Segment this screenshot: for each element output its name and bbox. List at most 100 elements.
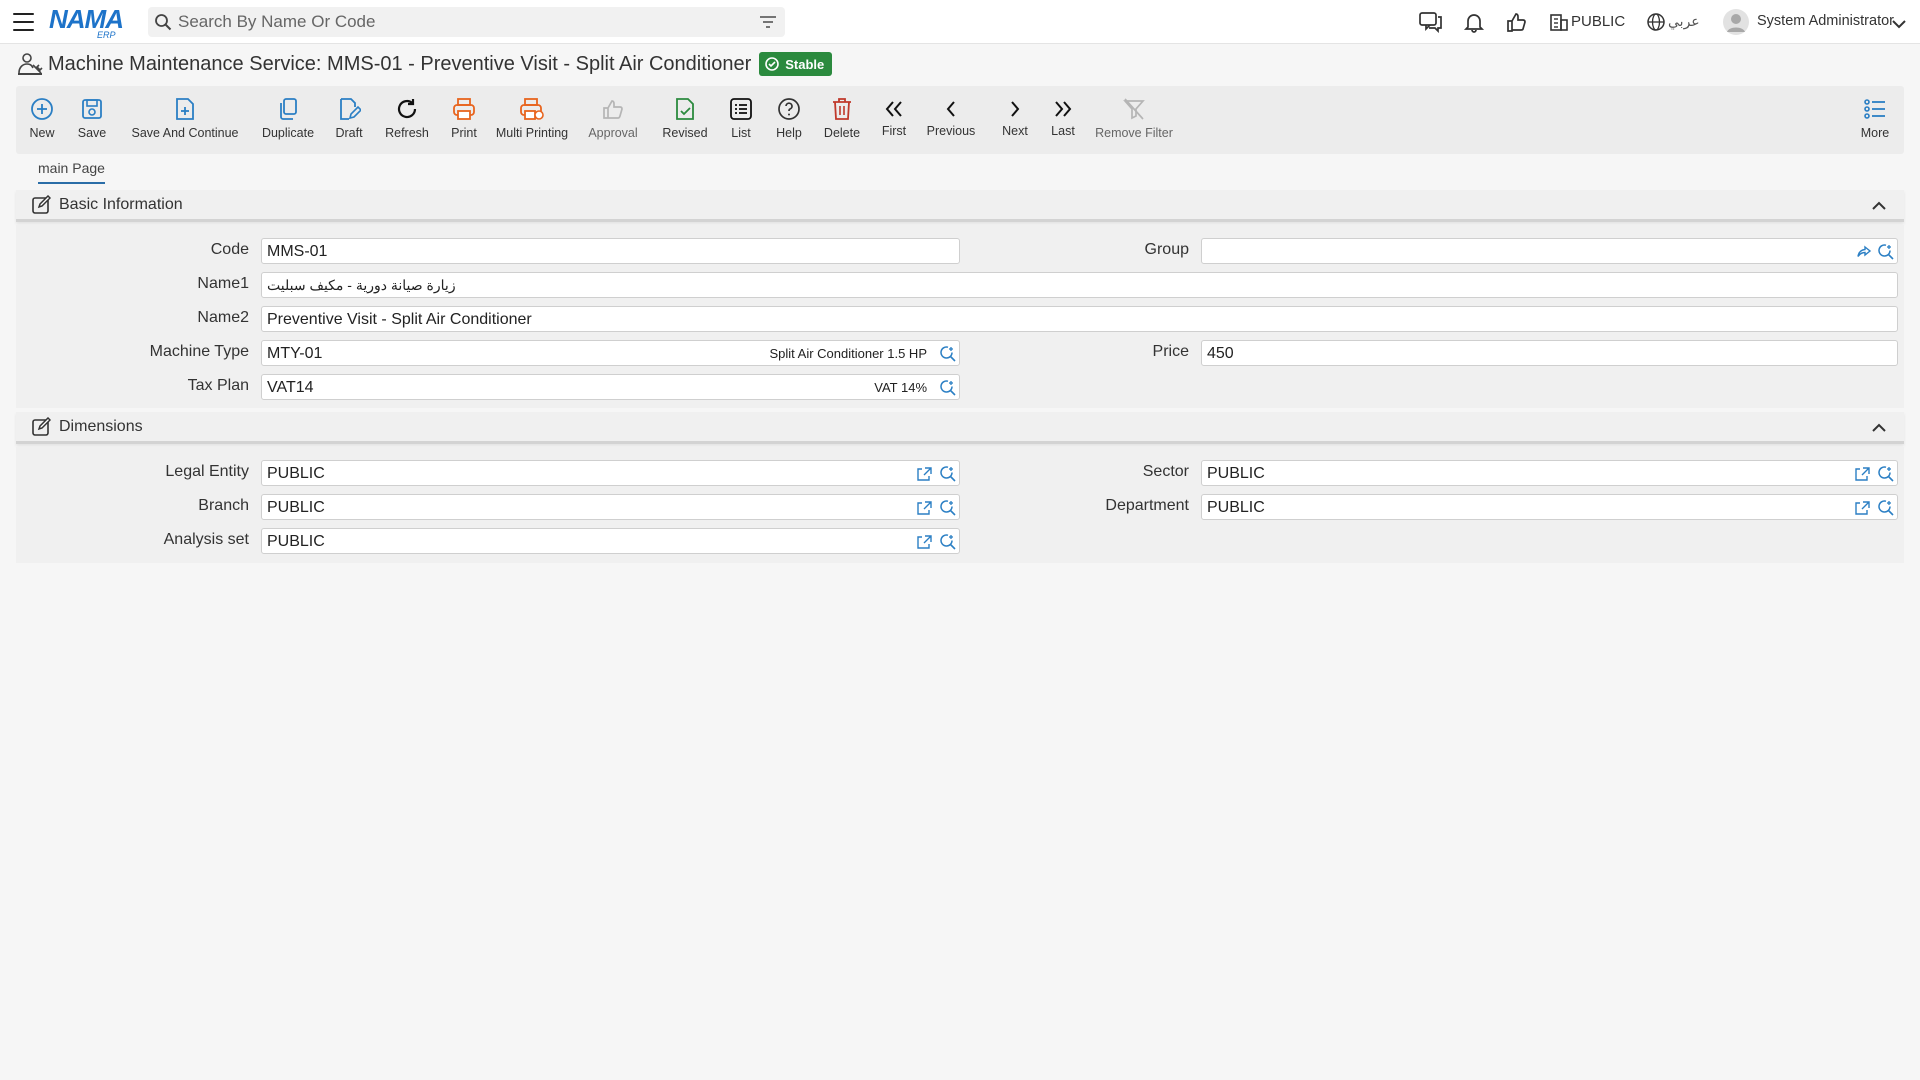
branch-field[interactable]: PUBLIC [261,494,960,520]
machine-type-label: Machine Type [149,343,249,360]
thumbs-up-icon[interactable] [1503,10,1529,34]
status-badge: Stable [759,52,833,76]
lookup-search-icon[interactable] [1877,499,1895,517]
external-link-icon[interactable] [1853,499,1871,517]
multi-printing-button[interactable]: Multi Printing [495,86,569,154]
new-button[interactable]: New [27,86,57,154]
chevron-up-icon[interactable] [1872,198,1886,216]
remove-filter-button[interactable]: Remove Filter [1094,86,1174,154]
lookup-search-icon[interactable] [939,465,957,483]
page-title: Machine Maintenance Service: MMS-01 - Pr… [48,52,752,75]
next-button[interactable]: Next [1000,86,1030,154]
filter-icon[interactable] [759,14,777,35]
analysis-set-value: PUBLIC [267,533,325,550]
name2-label: Name2 [197,309,249,326]
tax-plan-value: VAT14 [267,379,314,396]
price-label: Price [1152,343,1189,360]
bell-icon[interactable] [1461,10,1487,34]
external-link-icon[interactable] [915,465,933,483]
save-icon [82,99,102,119]
globe-icon[interactable] [1643,10,1669,34]
share-icon[interactable] [1855,243,1873,261]
save-and-continue-button[interactable]: Save And Continue [130,86,240,154]
refresh-button[interactable]: Refresh [380,86,434,154]
sector-label: Sector [1142,463,1189,480]
code-value: MMS-01 [267,243,328,260]
lookup-search-icon[interactable] [939,533,957,551]
external-link-icon[interactable] [915,499,933,517]
first-label: First [881,124,907,138]
duplicate-button[interactable]: Duplicate [258,86,318,154]
more-button[interactable]: More [1859,86,1891,154]
draft-button[interactable]: Draft [329,86,369,154]
help-button[interactable]: Help [773,86,805,154]
group-field[interactable] [1201,238,1898,264]
revised-button[interactable]: Revised [660,86,710,154]
legal-entity-label: Legal Entity [165,463,249,480]
thumbs-up-icon [603,100,623,119]
help-icon [778,98,800,120]
company-label[interactable]: PUBLIC [1571,13,1625,30]
previous-label: Previous [926,124,976,138]
avatar[interactable] [1722,8,1750,36]
machine-type-value: MTY-01 [267,345,323,362]
last-button[interactable]: Last [1048,86,1078,154]
trash-icon [833,98,851,120]
copy-icon [280,98,297,120]
user-name[interactable]: System Administrator [1757,13,1894,29]
tab-main-page[interactable]: main Page [38,160,105,184]
tax-plan-label: Tax Plan [187,377,249,394]
department-value: PUBLIC [1207,499,1265,516]
sector-field[interactable]: PUBLIC [1201,460,1898,486]
price-field[interactable]: 450 [1201,340,1898,366]
name1-field[interactable]: زيارة صيانة دورية - مكيف سبليت [261,272,1898,298]
search-icon [154,13,172,36]
approval-button[interactable]: Approval [587,86,639,154]
revised-label: Revised [662,126,708,140]
menu-icon[interactable] [13,13,34,31]
previous-button[interactable]: Previous [926,86,976,154]
basic-information-header[interactable]: Basic Information [16,190,1904,222]
name2-value: Preventive Visit - Split Air Conditioner [267,311,532,328]
print-button[interactable]: Print [446,86,482,154]
external-link-icon[interactable] [1853,465,1871,483]
lookup-search-icon[interactable] [939,345,957,363]
analysis-set-field[interactable]: PUBLIC [261,528,960,554]
name2-field[interactable]: Preventive Visit - Split Air Conditioner [261,306,1898,332]
lookup-search-icon[interactable] [939,379,957,397]
building-icon[interactable] [1546,10,1572,34]
language-switch[interactable]: عربي [1668,13,1700,30]
chevron-down-icon[interactable] [1890,12,1908,36]
department-field[interactable]: PUBLIC [1201,494,1898,520]
search-input[interactable] [178,7,738,37]
delete-button[interactable]: Delete [821,86,863,154]
last-label: Last [1051,124,1075,138]
lookup-search-icon[interactable] [1877,243,1895,261]
logo[interactable]: NAMA ERP [49,6,131,40]
tax-plan-field[interactable]: VAT14 VAT 14% [261,374,960,400]
chat-icon[interactable] [1418,10,1444,34]
logo-sub: ERP [97,30,116,40]
dimensions-header[interactable]: Dimensions [16,412,1904,444]
filter-off-icon [1123,98,1145,120]
lookup-search-icon[interactable] [1877,465,1895,483]
sector-value: PUBLIC [1207,465,1265,482]
legal-entity-field[interactable]: PUBLIC [261,460,960,486]
list-more-icon [1864,99,1885,119]
list-button[interactable]: List [727,86,755,154]
machine-type-field[interactable]: MTY-01 Split Air Conditioner 1.5 HP [261,340,960,366]
next-label: Next [1002,124,1028,138]
list-label: List [731,126,751,140]
branch-value: PUBLIC [267,499,325,516]
list-icon [730,98,752,120]
external-link-icon[interactable] [915,533,933,551]
multi-printing-label: Multi Printing [495,126,569,140]
lookup-search-icon[interactable] [939,499,957,517]
chevron-up-icon[interactable] [1872,420,1886,438]
file-check-icon [676,98,694,120]
search-box [148,7,785,37]
dimensions-body: Legal Entity PUBLIC Sector PUBLIC Branch… [16,447,1904,563]
first-button[interactable]: First [878,86,910,154]
save-button[interactable]: Save [76,86,108,154]
code-field[interactable]: MMS-01 [261,238,960,264]
